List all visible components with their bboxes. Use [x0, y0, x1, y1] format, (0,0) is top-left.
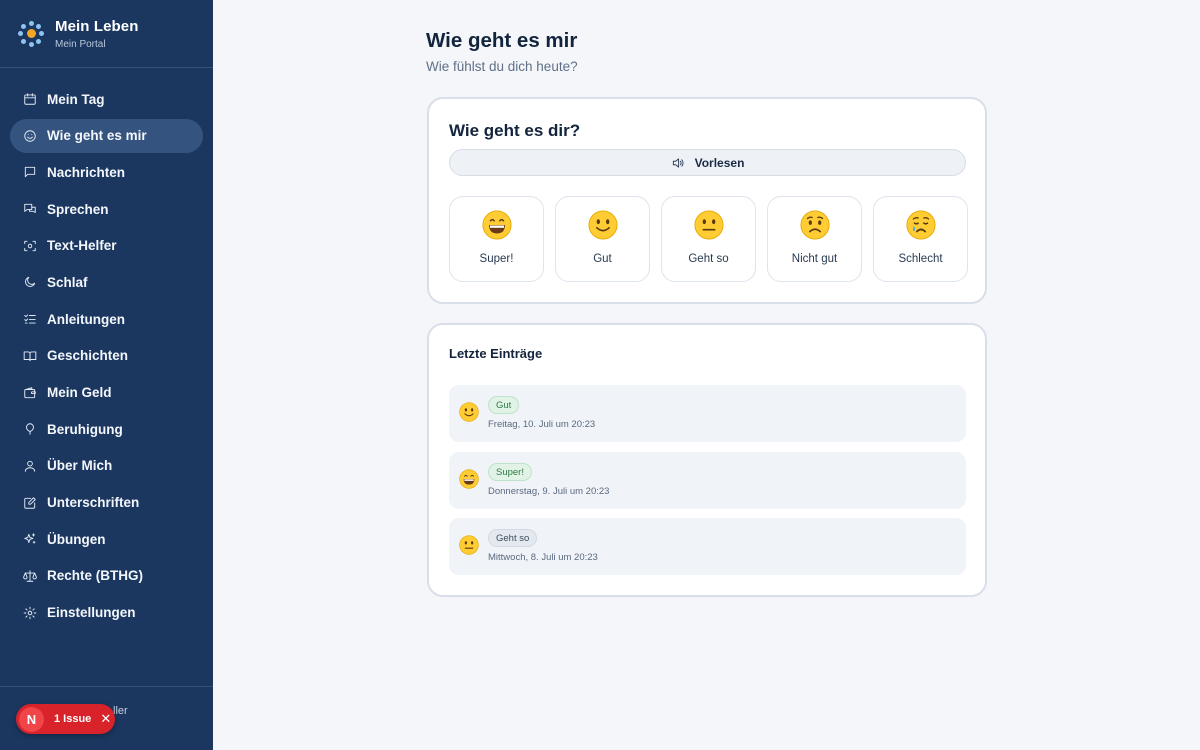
sidebar-item-mein-tag[interactable]: Mein Tag: [10, 82, 203, 116]
mood-tag: Super!: [488, 463, 532, 481]
brand-subtitle: Mein Portal: [55, 38, 106, 50]
entry-date: Mittwoch, 8. Juli um 20:23: [488, 552, 598, 563]
list-item[interactable]: Gut Freitag, 10. Juli um 20:23: [449, 385, 966, 442]
mood-card-title: Wie geht es dir?: [449, 121, 581, 140]
sidebar-item-sprechen[interactable]: Sprechen: [10, 192, 203, 226]
issue-count: 1 Issue: [54, 713, 92, 725]
book-icon: [23, 349, 37, 363]
sidebar-item-unterschriften[interactable]: Unterschriften: [10, 486, 203, 520]
sidebar-item-label: Einstellungen: [47, 605, 136, 621]
sidebar-item-label: Über Mich: [47, 458, 113, 474]
sidebar-item-wie-geht-es-mir[interactable]: Wie geht es mir: [10, 118, 203, 153]
sidebar-item-label: Sprechen: [47, 201, 109, 217]
user-icon: [23, 459, 37, 473]
mood-option-geht-so[interactable]: Geht so: [661, 196, 756, 282]
slightly-smiling-face-icon: [587, 210, 618, 240]
sidebar: Mein Leben Mein Portal Mein Tag Wie geht…: [0, 0, 213, 750]
sidebar-item-uebungen[interactable]: Übungen: [10, 522, 203, 556]
scale-icon: [23, 569, 37, 583]
sidebar-item-label: Schlaf: [47, 274, 88, 290]
sidebar-item-ueber-mich[interactable]: Über Mich: [10, 449, 203, 483]
sidebar-item-schlaf[interactable]: Schlaf: [10, 265, 203, 299]
next-logo-icon: N: [19, 706, 44, 732]
mood-option-nicht-gut[interactable]: Nicht gut: [767, 196, 862, 282]
mood-option-gut[interactable]: Gut: [555, 196, 650, 282]
sidebar-item-label: Unterschriften: [47, 495, 140, 511]
worried-face-icon: [799, 210, 830, 240]
slightly-smiling-face-icon: [459, 402, 479, 422]
recent-entries-title: Letzte Einträge: [449, 346, 543, 361]
list-item[interactable]: Super! Donnerstag, 9. Juli um 20:23: [449, 452, 966, 509]
issue-badge[interactable]: N 1 Issue ✕: [16, 704, 115, 734]
sidebar-item-geschichten[interactable]: Geschichten: [10, 339, 203, 373]
sidebar-item-label: Wie geht es mir: [47, 128, 147, 144]
neutral-face-icon: [459, 535, 479, 555]
sidebar-item-einstellungen[interactable]: Einstellungen: [10, 596, 203, 630]
main-content: Wie geht es mir Wie fühlst du dich heute…: [213, 0, 1200, 750]
sidebar-item-label: Geschichten: [47, 348, 129, 364]
mood-options: Super! Gut Geht so Nicht gut Schlecht: [449, 196, 968, 282]
sidebar-item-label: Mein Geld: [47, 385, 112, 400]
speaker-icon: [672, 157, 684, 168]
sidebar-item-mein-geld[interactable]: Mein Geld: [10, 376, 203, 410]
mood-label: Schlecht: [898, 253, 943, 265]
brand[interactable]: Mein Leben Mein Portal: [0, 0, 213, 68]
grinning-face-icon: [459, 469, 479, 489]
entry-date: Donnerstag, 9. Juli um 20:23: [488, 486, 610, 497]
page-subtitle: Wie fühlst du dich heute?: [426, 59, 578, 74]
sidebar-item-label: Übungen: [47, 531, 106, 547]
mood-label: Geht so: [688, 253, 729, 265]
mood-label: Super!: [479, 253, 514, 265]
sidebar-item-label: Rechte (BTHG): [47, 568, 144, 584]
mood-option-schlecht[interactable]: Schlecht: [873, 196, 968, 282]
checklist-icon: [23, 312, 37, 326]
page-title: Wie geht es mir: [426, 29, 578, 52]
sidebar-item-label: Nachrichten: [47, 164, 126, 180]
sidebar-item-anleitungen[interactable]: Anleitungen: [10, 302, 203, 336]
sidebar-item-nachrichten[interactable]: Nachrichten: [10, 155, 203, 189]
list-item[interactable]: Geht so Mittwoch, 8. Juli um 20:23: [449, 518, 966, 575]
grinning-face-icon: [481, 210, 512, 240]
entry-date: Freitag, 10. Juli um 20:23: [488, 419, 596, 430]
scan-text-icon: [23, 239, 37, 253]
footer-text: ller: [113, 705, 128, 717]
mood-card: Wie geht es dir? Vorlesen Super! Gut Geh…: [427, 97, 987, 304]
close-icon[interactable]: ✕: [100, 711, 111, 727]
sidebar-item-label: Text-Helfer: [47, 238, 117, 254]
smiley-icon: [23, 129, 37, 143]
read-aloud-button[interactable]: Vorlesen: [449, 149, 966, 176]
sidebar-item-rechte[interactable]: Rechte (BTHG): [10, 559, 203, 593]
mood-label: Gut: [593, 253, 612, 265]
brand-title: Mein Leben: [55, 17, 139, 35]
mood-tag: Geht so: [488, 529, 538, 547]
mood-option-super[interactable]: Super!: [449, 196, 544, 282]
balloon-icon: [23, 422, 37, 436]
sidebar-footer: ller N 1 Issue ✕: [0, 686, 213, 750]
signature-icon: [23, 496, 37, 510]
sidebar-item-beruhigung[interactable]: Beruhigung: [10, 412, 203, 446]
message-icon: [23, 165, 37, 179]
calendar-icon: [23, 92, 37, 106]
crying-face-icon: [905, 210, 936, 240]
wallet-icon: [23, 386, 37, 400]
sidebar-item-label: Beruhigung: [47, 421, 123, 437]
chat-icon: [23, 202, 37, 216]
read-aloud-label: Vorlesen: [694, 155, 745, 170]
brand-logo-icon: [18, 20, 44, 47]
sidebar-item-text-helfer[interactable]: Text-Helfer: [10, 229, 203, 263]
mood-tag: Gut: [488, 396, 520, 414]
gear-icon: [23, 606, 37, 620]
sparkles-icon: [23, 532, 37, 546]
recent-entries-card: Letzte Einträge Gut Freitag, 10. Juli um…: [427, 323, 987, 597]
sidebar-item-label: Mein Tag: [47, 91, 105, 107]
sidebar-item-label: Anleitungen: [47, 311, 125, 327]
neutral-face-icon: [693, 210, 724, 240]
sidebar-nav: Mein Tag Wie geht es mir Nachrichten Spr…: [0, 68, 213, 630]
moon-icon: [23, 275, 37, 289]
mood-label: Nicht gut: [791, 253, 838, 265]
